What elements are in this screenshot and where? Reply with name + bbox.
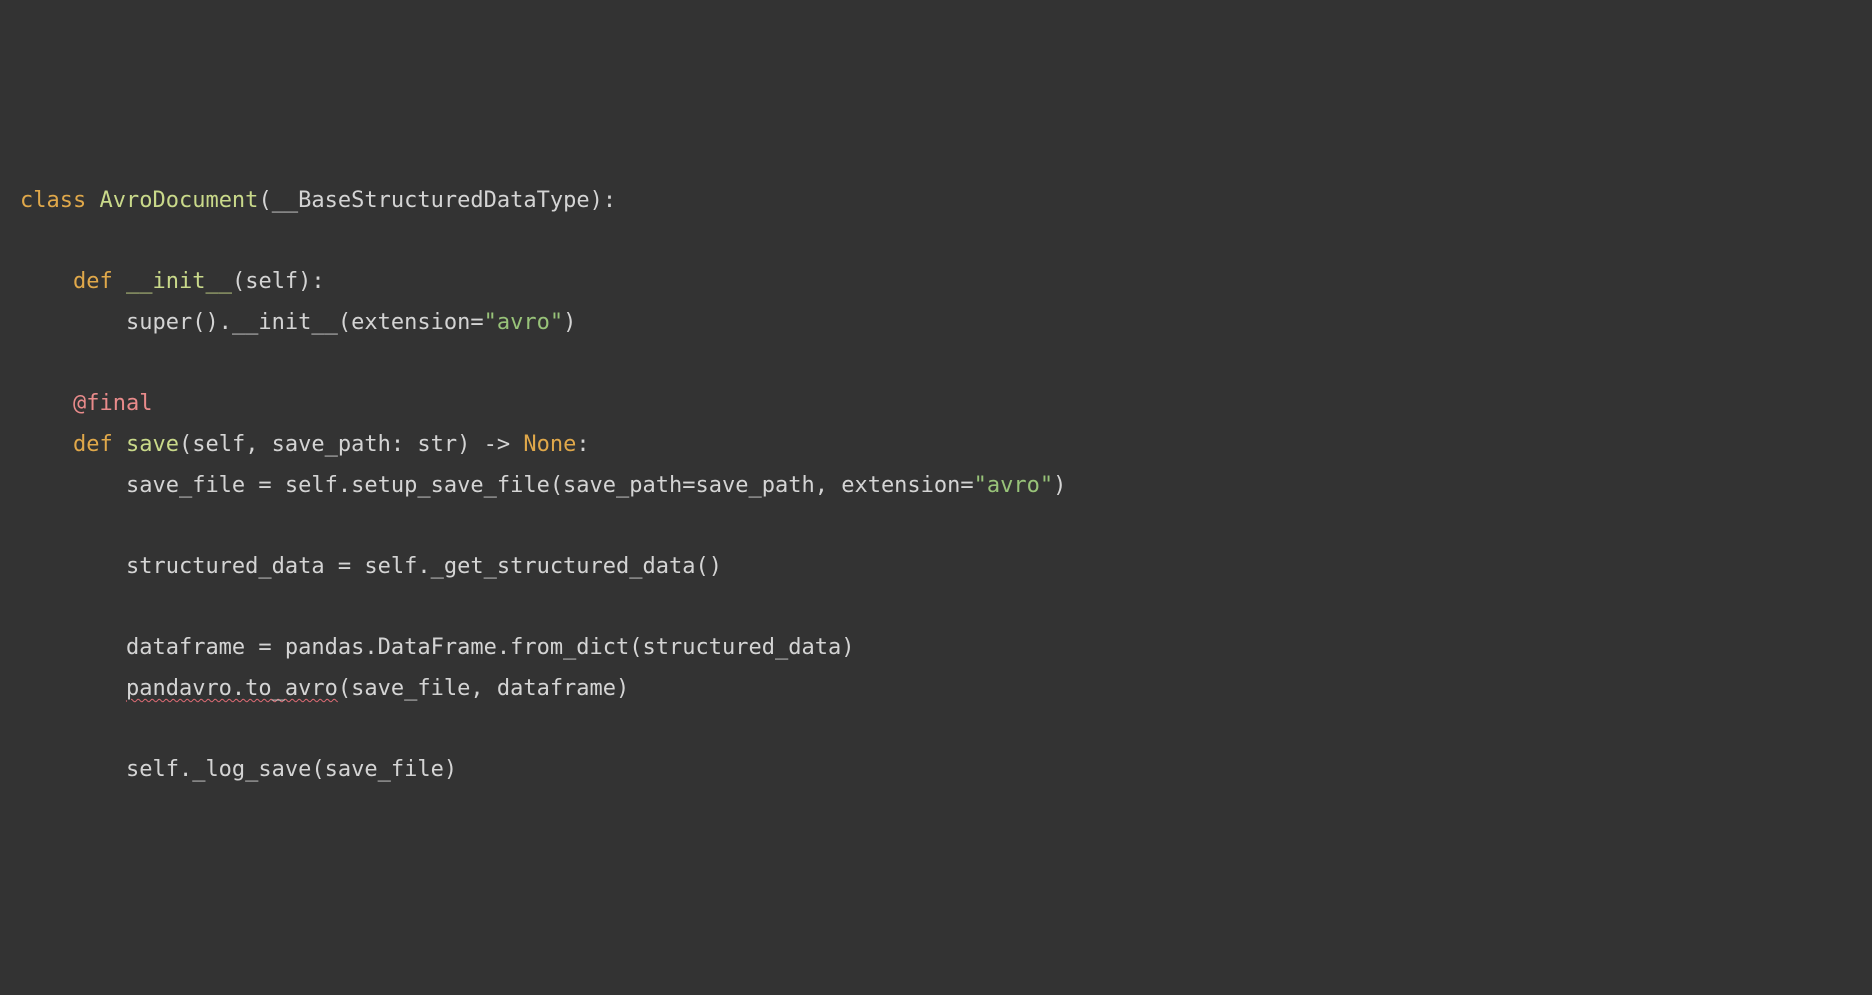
- save-file-assign: save_file = self.setup_save_file(save_pa…: [126, 473, 974, 498]
- code-line-12: dataframe = pandas.DataFrame.from_dict(s…: [20, 635, 854, 660]
- keyword-class: class: [20, 188, 86, 213]
- paren-open: (: [258, 188, 271, 213]
- return-none: None: [523, 432, 576, 457]
- method-save: save: [126, 432, 179, 457]
- decorator-final: @final: [73, 391, 152, 416]
- paren-close: ): [590, 188, 603, 213]
- code-editor: class AvroDocument(__BaseStructuredDataT…: [20, 181, 1852, 791]
- paren-close-8: ): [1053, 473, 1066, 498]
- super-call-fn: __init__: [232, 310, 338, 335]
- code-line-6: @final: [20, 391, 152, 416]
- code-line-4: super().__init__(extension="avro"): [20, 310, 576, 335]
- arg-key-ext: extension=: [351, 310, 483, 335]
- colon-save: :: [576, 432, 589, 457]
- base-class: __BaseStructuredDataType: [272, 188, 590, 213]
- string-avro-2: "avro": [974, 473, 1053, 498]
- code-line-13: pandavro.to_avro(save_file, dataframe): [20, 676, 629, 701]
- code-line-7: def save(self, save_path: str) -> None:: [20, 432, 590, 457]
- params-save: (self, save_path: str) ->: [179, 432, 523, 457]
- code-line-3: def __init__(self):: [20, 269, 325, 294]
- code-line-10: structured_data = self._get_structured_d…: [20, 554, 722, 579]
- method-init: __init__: [126, 269, 232, 294]
- string-avro-1: "avro": [484, 310, 563, 335]
- super-call-prefix: super().: [126, 310, 232, 335]
- code-line-15: self._log_save(save_file): [20, 757, 457, 782]
- keyword-def: def: [73, 269, 113, 294]
- pandavro-rest: (save_file, dataframe): [338, 676, 629, 701]
- code-line-1: class AvroDocument(__BaseStructuredDataT…: [20, 188, 616, 213]
- code-line-8: save_file = self.setup_save_file(save_pa…: [20, 473, 1066, 498]
- dataframe-line: dataframe = pandas.DataFrame.from_dict(s…: [126, 635, 854, 660]
- params-init: (self):: [232, 269, 325, 294]
- pandavro-squiggle: pandavro.to_avro: [126, 676, 338, 701]
- paren-close-4: ): [563, 310, 576, 335]
- structured-data-line: structured_data = self._get_structured_d…: [126, 554, 722, 579]
- keyword-def-2: def: [73, 432, 113, 457]
- colon: :: [603, 188, 616, 213]
- log-save-line: self._log_save(save_file): [126, 757, 457, 782]
- class-name: AvroDocument: [99, 188, 258, 213]
- arg-key: (: [338, 310, 351, 335]
